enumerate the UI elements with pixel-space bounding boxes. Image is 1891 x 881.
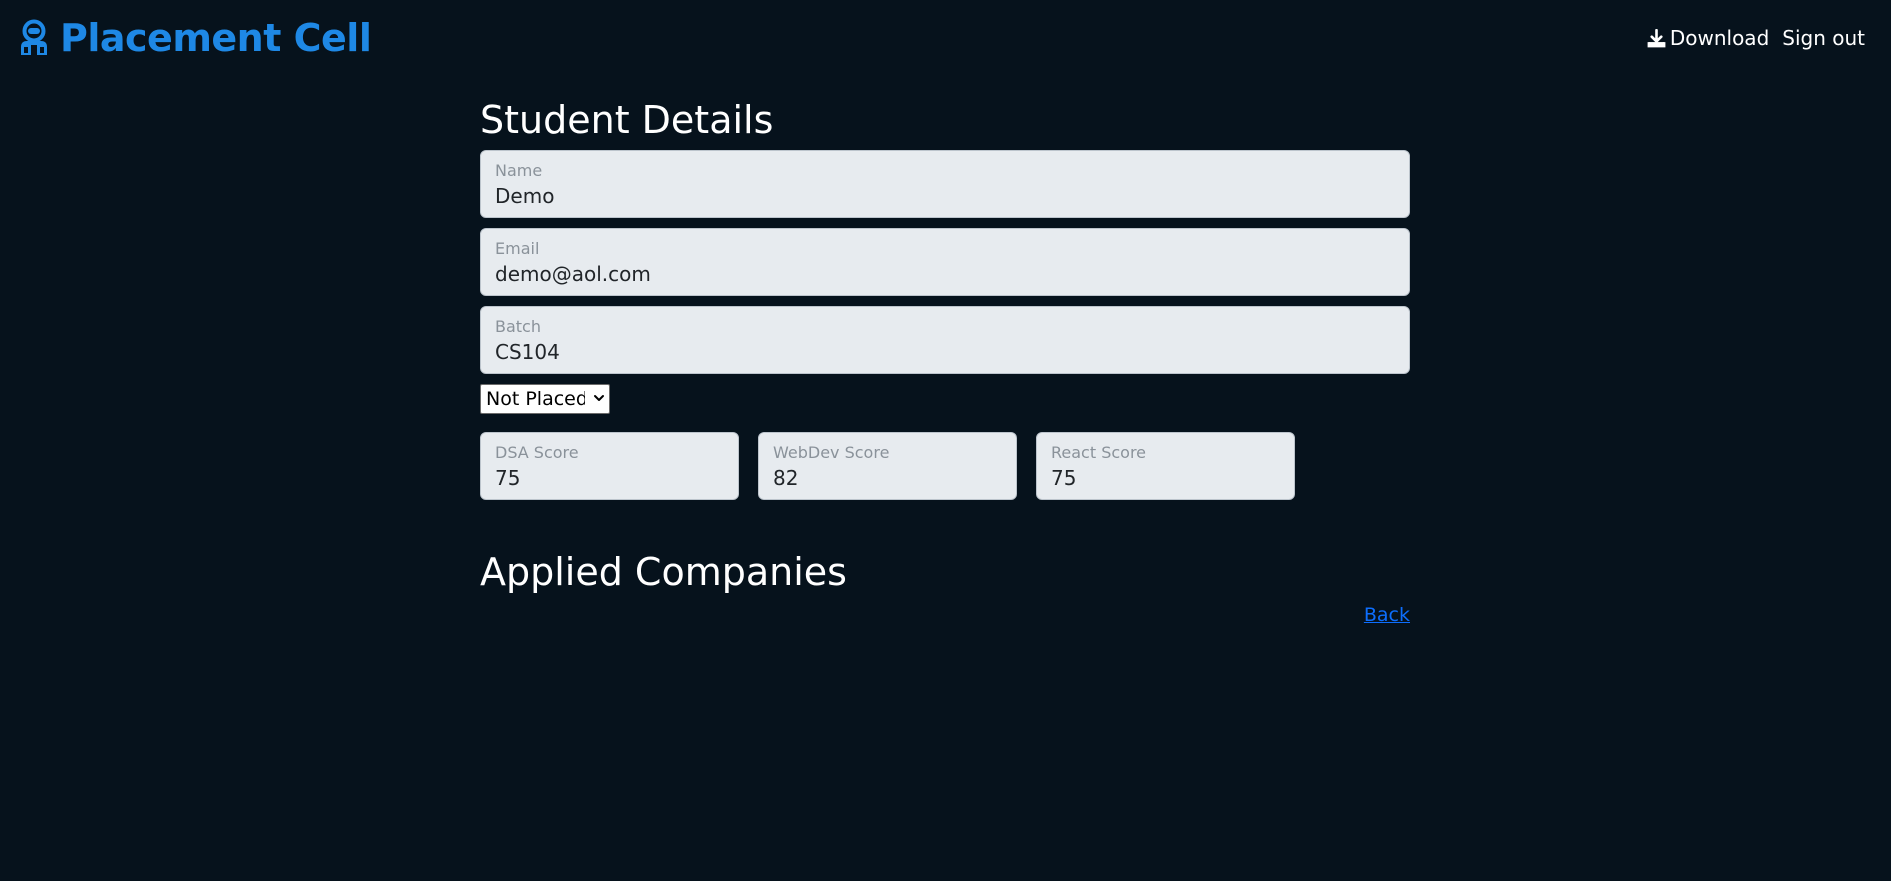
- back-link[interactable]: Back: [1364, 604, 1410, 626]
- react-score-field: React Score: [1036, 432, 1295, 500]
- email-input[interactable]: [495, 261, 1395, 287]
- status-select-wrapper: Not Placed: [480, 384, 610, 414]
- name-label: Name: [495, 161, 543, 180]
- react-score-label: React Score: [1051, 443, 1147, 462]
- download-label: Download: [1669, 26, 1770, 50]
- webdev-score-label: WebDev Score: [773, 443, 890, 462]
- download-link[interactable]: Download: [1647, 22, 1769, 54]
- applied-companies-title: Applied Companies: [480, 550, 847, 594]
- dsa-score-field: DSA Score: [480, 432, 739, 500]
- download-icon: [1647, 28, 1666, 47]
- status-select[interactable]: Not Placed: [480, 384, 610, 414]
- navbar: Placement Cell Download Sign out: [0, 0, 1891, 76]
- dsa-score-label: DSA Score: [495, 443, 579, 462]
- email-field: Email: [480, 228, 1410, 296]
- back-row: Back: [480, 604, 1410, 626]
- robot-icon: [21, 19, 47, 55]
- student-details-container: Student Details Name Email Batch Not Pla…: [480, 94, 1410, 626]
- nav-actions: Download Sign out: [1647, 22, 1865, 54]
- webdev-score-input[interactable]: [773, 465, 1002, 491]
- scores-row: DSA Score WebDev Score React Score: [480, 432, 1410, 500]
- name-field: Name: [480, 150, 1410, 218]
- name-input[interactable]: [495, 183, 1395, 209]
- page-title: Student Details: [480, 98, 774, 142]
- batch-field: Batch: [480, 306, 1410, 374]
- brand-link[interactable]: Placement Cell: [18, 14, 372, 62]
- brand-title: Placement Cell: [60, 16, 372, 60]
- signout-link[interactable]: Sign out: [1782, 22, 1865, 54]
- email-label: Email: [495, 239, 540, 258]
- dsa-score-input[interactable]: [495, 465, 724, 491]
- batch-label: Batch: [495, 317, 541, 336]
- webdev-score-field: WebDev Score: [758, 432, 1017, 500]
- react-score-input[interactable]: [1051, 465, 1280, 491]
- batch-input[interactable]: [495, 339, 1395, 365]
